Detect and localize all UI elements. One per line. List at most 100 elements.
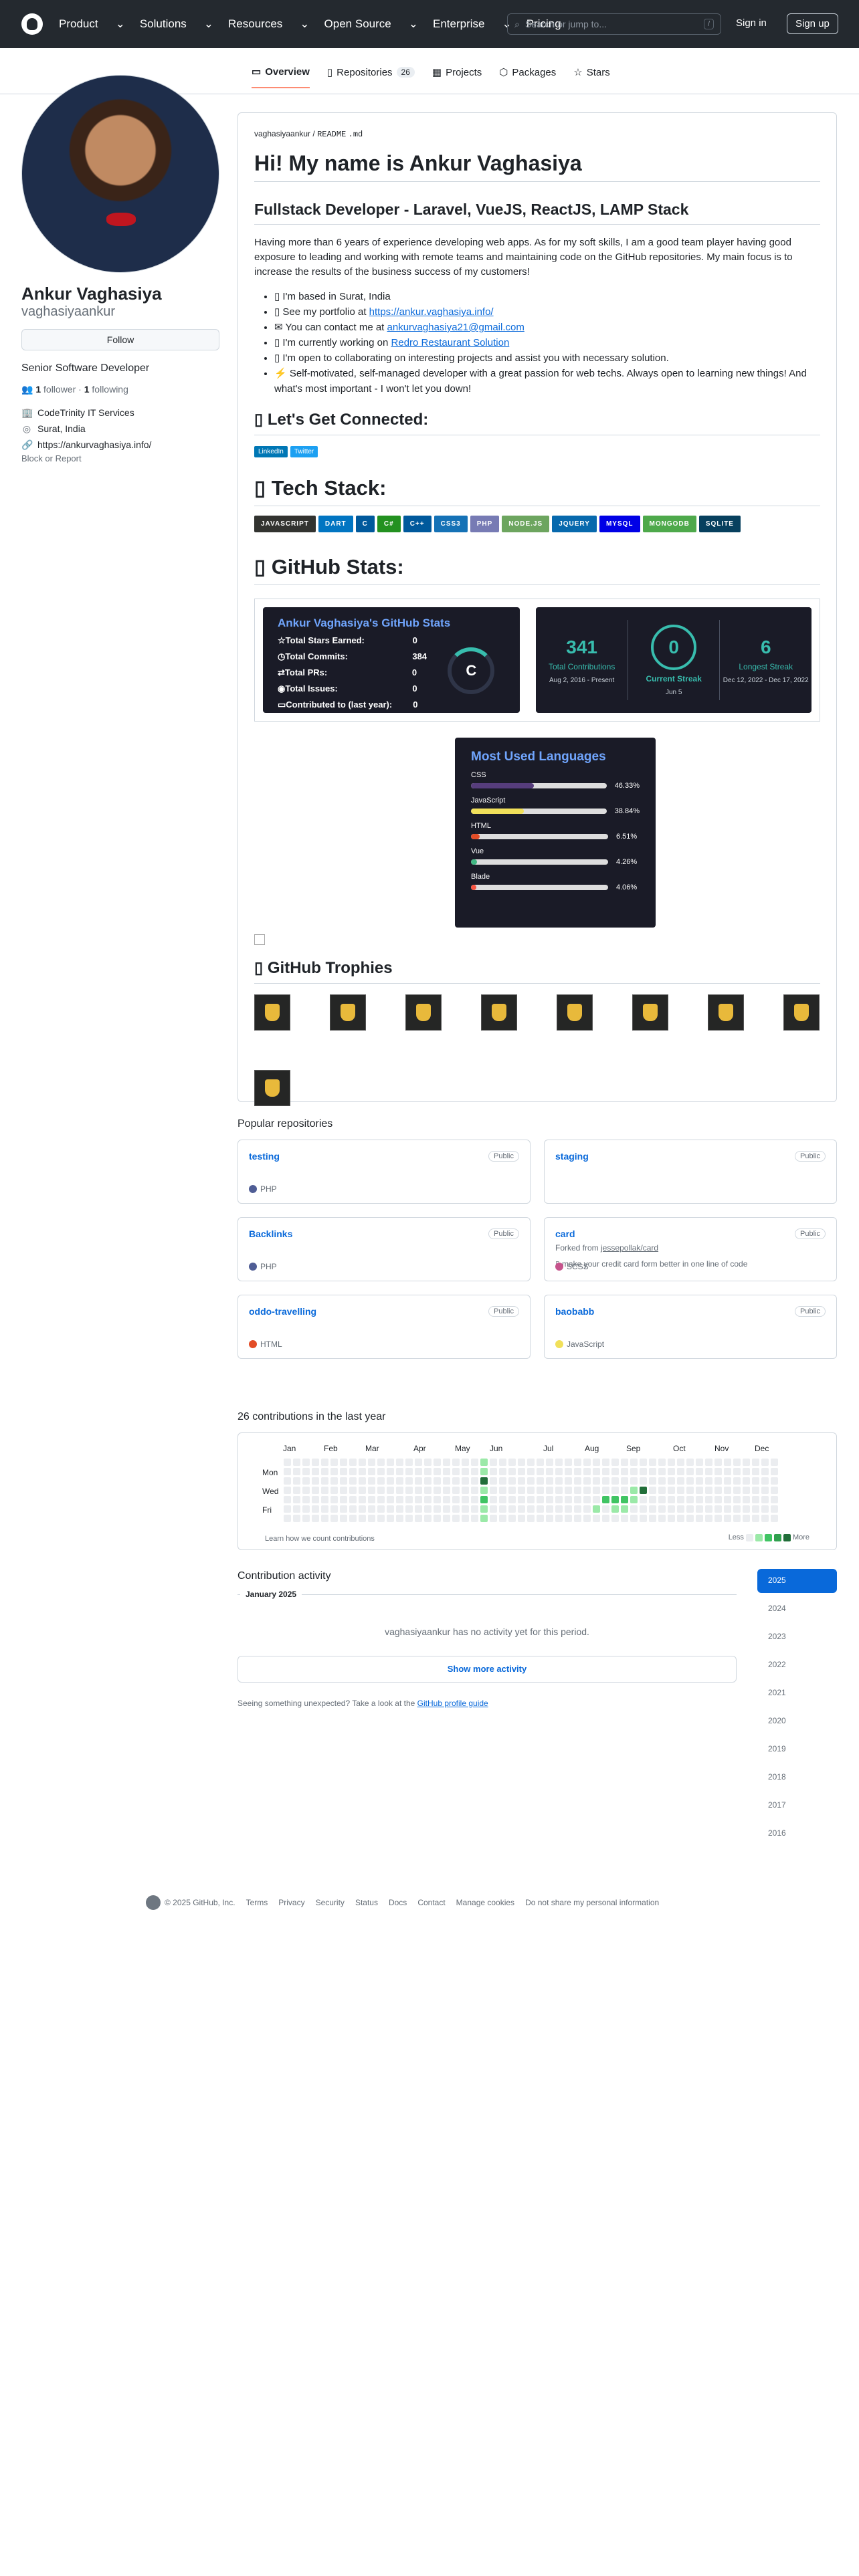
contribution-cell[interactable] [705, 1468, 712, 1475]
contribution-cell[interactable] [640, 1505, 647, 1513]
contribution-cell[interactable] [602, 1487, 609, 1494]
contribution-cell[interactable] [705, 1477, 712, 1485]
contribution-cell[interactable] [640, 1459, 647, 1466]
tab-packages[interactable]: ⬡ Packages [499, 66, 556, 88]
contribution-cell[interactable] [396, 1468, 403, 1475]
contribution-cell[interactable] [537, 1487, 544, 1494]
contribution-cell[interactable] [743, 1505, 750, 1513]
contribution-cell[interactable] [377, 1505, 385, 1513]
contribution-cell[interactable] [340, 1487, 347, 1494]
contribution-cell[interactable] [443, 1505, 450, 1513]
footer-link[interactable]: Manage cookies [456, 1898, 514, 1907]
footer-link[interactable]: Security [316, 1898, 345, 1907]
contribution-cell[interactable] [724, 1468, 731, 1475]
contribution-cell[interactable] [649, 1468, 656, 1475]
contribution-cell[interactable] [368, 1477, 375, 1485]
contribution-cell[interactable] [490, 1477, 497, 1485]
contribution-cell[interactable] [546, 1459, 553, 1466]
contribution-cell[interactable] [546, 1477, 553, 1485]
contribution-cell[interactable] [396, 1459, 403, 1466]
contribution-cell[interactable] [462, 1515, 469, 1522]
contribution-cell[interactable] [415, 1496, 422, 1503]
contribution-cell[interactable] [546, 1505, 553, 1513]
contribution-cell[interactable] [359, 1496, 366, 1503]
contribution-cell[interactable] [462, 1477, 469, 1485]
contribution-cell[interactable] [574, 1515, 581, 1522]
contribution-cell[interactable] [405, 1468, 413, 1475]
contribution-cell[interactable] [340, 1468, 347, 1475]
contribution-cell[interactable] [668, 1515, 675, 1522]
contribution-cell[interactable] [312, 1505, 319, 1513]
contribution-cell[interactable] [284, 1477, 291, 1485]
repo-name-link[interactable]: baobabb [555, 1306, 594, 1317]
contribution-cell[interactable] [284, 1487, 291, 1494]
contribution-cell[interactable] [302, 1487, 310, 1494]
show-more-activity-button[interactable]: Show more activity [237, 1656, 737, 1683]
contribution-cell[interactable] [527, 1487, 535, 1494]
contribution-cell[interactable] [537, 1496, 544, 1503]
contribution-cell[interactable] [434, 1515, 441, 1522]
contribution-cell[interactable] [546, 1468, 553, 1475]
contribution-cell[interactable] [583, 1459, 591, 1466]
contribution-cell[interactable] [396, 1487, 403, 1494]
contribution-cell[interactable] [752, 1487, 759, 1494]
contribution-cell[interactable] [368, 1459, 375, 1466]
tab-overview[interactable]: ▭ Overview [252, 66, 310, 88]
contribution-cell[interactable] [555, 1496, 563, 1503]
contribution-cell[interactable] [452, 1496, 460, 1503]
contribution-cell[interactable] [443, 1496, 450, 1503]
contribution-cell[interactable] [284, 1496, 291, 1503]
contribution-cell[interactable] [443, 1477, 450, 1485]
contribution-cell[interactable] [555, 1515, 563, 1522]
contribution-cell[interactable] [565, 1459, 572, 1466]
contribution-cell[interactable] [415, 1468, 422, 1475]
contribution-cell[interactable] [415, 1505, 422, 1513]
contribution-cell[interactable] [565, 1487, 572, 1494]
contribution-cell[interactable] [602, 1496, 609, 1503]
contribution-cell[interactable] [302, 1459, 310, 1466]
nav-item-enterprise[interactable]: Enterprise [433, 17, 484, 31]
year-link-2018[interactable]: 2018 [757, 1765, 837, 1790]
contribution-cell[interactable] [405, 1487, 413, 1494]
contribution-cell[interactable] [443, 1468, 450, 1475]
fork-source-link[interactable]: jessepollak/card [601, 1243, 658, 1253]
contribution-cell[interactable] [415, 1515, 422, 1522]
contribution-cell[interactable] [490, 1496, 497, 1503]
contribution-cell[interactable] [686, 1459, 694, 1466]
contribution-cell[interactable] [312, 1487, 319, 1494]
contribution-cell[interactable] [658, 1487, 666, 1494]
contribution-cell[interactable] [621, 1459, 628, 1466]
contribution-cell[interactable] [499, 1496, 506, 1503]
contribution-cell[interactable] [583, 1477, 591, 1485]
nav-item-open-source[interactable]: Open Source [324, 17, 391, 31]
contribution-cell[interactable] [387, 1496, 394, 1503]
contribution-cell[interactable] [565, 1496, 572, 1503]
contribution-cell[interactable] [574, 1477, 581, 1485]
contribution-cell[interactable] [752, 1515, 759, 1522]
contribution-cell[interactable] [330, 1477, 338, 1485]
bullet-link[interactable]: ankurvaghasiya21@gmail.com [387, 322, 524, 333]
contribution-cell[interactable] [377, 1515, 385, 1522]
contribution-cell[interactable] [771, 1477, 778, 1485]
contribution-cell[interactable] [658, 1468, 666, 1475]
contribution-cell[interactable] [733, 1515, 741, 1522]
contribution-cell[interactable] [602, 1468, 609, 1475]
contribution-cell[interactable] [761, 1496, 769, 1503]
contribution-cell[interactable] [668, 1505, 675, 1513]
contribution-cell[interactable] [302, 1515, 310, 1522]
contribution-cell[interactable] [686, 1505, 694, 1513]
contribution-cell[interactable] [752, 1459, 759, 1466]
contribution-cell[interactable] [424, 1505, 432, 1513]
repo-name-link[interactable]: staging [555, 1151, 589, 1162]
repo-name-link[interactable]: Backlinks [249, 1228, 292, 1239]
linkedin-badge[interactable]: LinkedIn [254, 446, 288, 457]
contribution-cell[interactable] [396, 1477, 403, 1485]
contribution-cell[interactable] [387, 1477, 394, 1485]
contribution-cell[interactable] [349, 1477, 357, 1485]
contribution-cell[interactable] [321, 1477, 328, 1485]
contribution-cell[interactable] [583, 1515, 591, 1522]
contribution-cell[interactable] [387, 1515, 394, 1522]
contribution-cell[interactable] [471, 1505, 478, 1513]
contribution-cell[interactable] [771, 1459, 778, 1466]
contribution-cell[interactable] [743, 1515, 750, 1522]
